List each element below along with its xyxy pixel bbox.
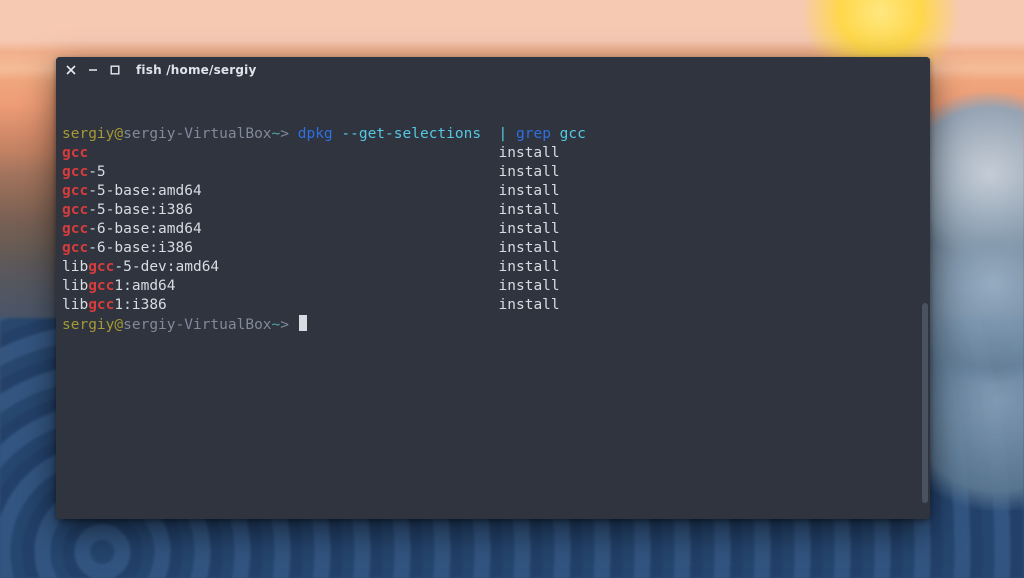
prompt-arrow: > xyxy=(280,126,297,142)
cursor xyxy=(299,315,307,331)
terminal-body[interactable]: sergiy@sergiy-VirtualBox~> dpkg --get-se… xyxy=(56,83,930,519)
pkg-prefix: lib xyxy=(62,259,88,275)
cmd-bin: dpkg xyxy=(298,126,333,142)
pkg-suffix: -5-base:amd64 xyxy=(88,183,202,199)
output-row: gcc-5 install xyxy=(62,163,924,182)
output-row: gcc-6-base:amd64 install xyxy=(62,220,924,239)
window-title: fish /home/sergiy xyxy=(136,63,257,77)
grep-match: gcc xyxy=(62,221,88,237)
prompt-user: sergiy xyxy=(62,317,114,333)
prompt-host: sergiy-VirtualBox xyxy=(123,317,271,333)
grep-match: gcc xyxy=(62,202,88,218)
cmd-bin2: grep xyxy=(516,126,551,142)
pkg-suffix: -5 xyxy=(88,164,105,180)
maximize-icon[interactable] xyxy=(108,63,122,77)
prompt-cwd: ~ xyxy=(272,126,281,142)
prompt-arrow: > xyxy=(280,317,297,333)
output-row: gcc install xyxy=(62,144,924,163)
prompt-line[interactable]: sergiy@sergiy-VirtualBox~> xyxy=(62,315,924,335)
prompt-user: sergiy xyxy=(62,126,114,142)
prompt-at: @ xyxy=(114,317,123,333)
grep-match: gcc xyxy=(88,278,114,294)
terminal-output: sergiy@sergiy-VirtualBox~> dpkg --get-se… xyxy=(62,125,924,335)
terminal-window: fish /home/sergiy sergiy@sergiy-VirtualB… xyxy=(56,57,930,519)
pkg-status: install xyxy=(499,145,560,161)
pkg-status: install xyxy=(499,221,560,237)
pkg-status: install xyxy=(499,164,560,180)
grep-match: gcc xyxy=(88,259,114,275)
pkg-status: install xyxy=(499,183,560,199)
output-row: libgcc1:amd64 install xyxy=(62,277,924,296)
grep-match: gcc xyxy=(62,145,88,161)
window-controls xyxy=(62,63,122,77)
pkg-status: install xyxy=(499,259,560,275)
output-row: gcc-5-base:amd64 install xyxy=(62,182,924,201)
command-line: sergiy@sergiy-VirtualBox~> dpkg --get-se… xyxy=(62,125,924,144)
pkg-suffix: -6-base:amd64 xyxy=(88,221,202,237)
minimize-icon[interactable] xyxy=(86,63,100,77)
pkg-status: install xyxy=(499,240,560,256)
pkg-suffix: 1:amd64 xyxy=(114,278,175,294)
output-row: libgcc1:i386 install xyxy=(62,296,924,315)
grep-match: gcc xyxy=(62,240,88,256)
pkg-suffix: -5-dev:amd64 xyxy=(114,259,219,275)
pkg-prefix: lib xyxy=(62,297,88,313)
cmd-arg: gcc xyxy=(560,126,586,142)
titlebar[interactable]: fish /home/sergiy xyxy=(56,57,930,83)
pkg-prefix: lib xyxy=(62,278,88,294)
output-row: gcc-6-base:i386 install xyxy=(62,239,924,258)
grep-match: gcc xyxy=(88,297,114,313)
prompt-cwd: ~ xyxy=(272,317,281,333)
output-row: gcc-5-base:i386 install xyxy=(62,201,924,220)
pipe-icon: | xyxy=(499,126,508,142)
pkg-suffix: 1:i386 xyxy=(114,297,166,313)
pkg-status: install xyxy=(499,297,560,313)
grep-match: gcc xyxy=(62,164,88,180)
grep-match: gcc xyxy=(62,183,88,199)
output-row: libgcc-5-dev:amd64 install xyxy=(62,258,924,277)
pkg-status: install xyxy=(499,202,560,218)
cmd-option: --get-selections xyxy=(341,126,481,142)
pkg-suffix: -6-base:i386 xyxy=(88,240,193,256)
pkg-status: install xyxy=(499,278,560,294)
pkg-suffix: -5-base:i386 xyxy=(88,202,193,218)
scrollbar[interactable] xyxy=(922,303,928,503)
prompt-at: @ xyxy=(114,126,123,142)
close-icon[interactable] xyxy=(64,63,78,77)
prompt-host: sergiy-VirtualBox xyxy=(123,126,271,142)
